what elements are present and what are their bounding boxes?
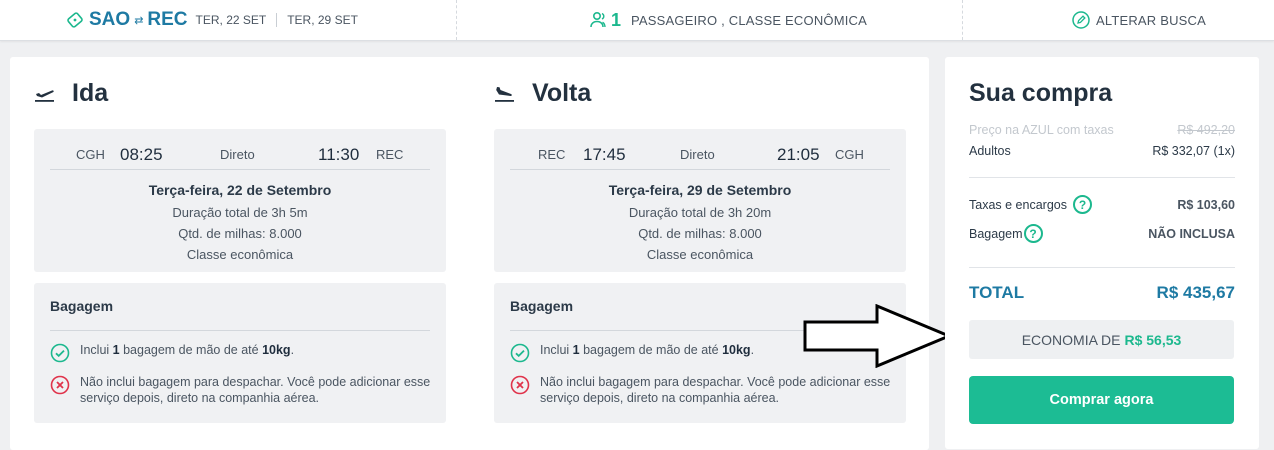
- baggage-row: Bagagem ? NÃO INCLUSA: [969, 224, 1235, 243]
- baggage-title: Bagagem: [510, 298, 574, 314]
- pencil-icon: [1072, 11, 1090, 29]
- flight-miles: Qtd. de milhas: 8.000: [638, 226, 762, 241]
- return-title: Volta: [532, 78, 592, 107]
- outbound-route-line: CGH 08:25 Direto 11:30 REC: [50, 140, 430, 170]
- purchase-summary-card: Sua compra Preço na AZUL com taxas R$ 49…: [945, 57, 1259, 449]
- taxes-row: Taxas e encargos ? R$ 103,60: [969, 195, 1235, 214]
- taxes-help-icon[interactable]: ?: [1072, 195, 1092, 214]
- x-circle-icon: [50, 375, 70, 395]
- passenger-icon: [589, 11, 609, 29]
- baggage-included: Inclui 1 bagagem de mão de até 10kg.: [50, 342, 432, 363]
- savings-value: R$ 56,53: [1124, 331, 1182, 348]
- plane-takeoff-icon: [34, 84, 64, 102]
- adults-price: R$ 332,07 (1x): [1152, 144, 1235, 158]
- flight-type: Direto: [220, 147, 255, 162]
- check-circle-icon: [50, 343, 70, 363]
- baggage-included-text: Inclui 1 bagagem de mão de até 10kg.: [540, 343, 755, 357]
- annotation-arrow-icon: [803, 304, 953, 368]
- taxes-label: Taxas e encargos: [969, 197, 1067, 212]
- return-header: Volta: [494, 57, 906, 129]
- baggage-label: Bagagem: [969, 226, 1023, 241]
- azul-price-row: Preço na AZUL com taxas R$ 492,20: [969, 123, 1235, 137]
- taxes-label-wrap: Taxas e encargos ?: [969, 195, 1092, 214]
- flight-date: Terça-feira, 29 de Setembro: [608, 182, 792, 198]
- ticket-icon: [66, 11, 84, 29]
- return-route-line: REC 17:45 Direto 21:05 CGH: [510, 140, 890, 170]
- return-flight-details: REC 17:45 Direto 21:05 CGH Terça-feira, …: [494, 129, 906, 272]
- destination-code: REC: [376, 147, 404, 162]
- buy-now-button[interactable]: Comprar agora: [969, 376, 1234, 424]
- baggage-divider: [50, 330, 430, 331]
- origin-code: CGH: [76, 147, 105, 162]
- baggage-label-wrap: Bagagem ?: [969, 224, 1043, 243]
- flight-date: Terça-feira, 22 de Setembro: [148, 182, 332, 198]
- passenger-section: 1 PASSAGEIRO , CLASSE ECONÔMICA: [589, 0, 867, 40]
- baggage-excluded: Não inclui bagagem para despachar. Você …: [510, 374, 892, 406]
- return-column: Volta REC 17:45 Direto 21:05 CGH Terça-f…: [494, 57, 906, 423]
- total-value: R$ 435,67: [1156, 283, 1235, 302]
- savings-badge: ECONOMIA DE R$ 56,53: [969, 320, 1234, 359]
- arrive-time: 21:05: [777, 144, 820, 164]
- baggage-included-text: Inclui 1 bagagem de mão de até 10kg.: [80, 343, 295, 357]
- flight-duration: Duração total de 3h 5m: [172, 205, 308, 220]
- passenger-class-text: PASSAGEIRO , CLASSE ECONÔMICA: [631, 12, 868, 28]
- plane-landing-icon: [494, 84, 524, 102]
- flight-cabin: Classe econômica: [646, 247, 754, 262]
- flight-duration: Duração total de 3h 20m: [628, 205, 772, 220]
- summary-divider: [969, 267, 1235, 268]
- outbound-flight-details: CGH 08:25 Direto 11:30 REC Terça-feira, …: [34, 129, 446, 272]
- outbound-title: Ida: [72, 78, 109, 107]
- passenger-count: 1: [611, 9, 622, 30]
- date-out: TER, 22 SET: [195, 13, 267, 27]
- route-origin: SAO: [89, 9, 131, 30]
- topbar-divider: [962, 0, 963, 40]
- depart-time: 08:25: [120, 144, 163, 164]
- origin-code: REC: [538, 147, 566, 162]
- adults-row: Adultos R$ 332,07 (1x): [969, 144, 1235, 158]
- taxes-value: R$ 103,60: [1177, 197, 1235, 212]
- flight-cabin: Classe econômica: [186, 247, 294, 262]
- arrive-time: 11:30: [318, 144, 360, 164]
- baggage-help-icon[interactable]: ?: [1023, 224, 1043, 243]
- date-back: TER, 29 SET: [287, 13, 358, 27]
- flights-card: Ida CGH 08:25 Direto 11:30 REC Terça-fei…: [10, 57, 929, 450]
- baggage-title: Bagagem: [50, 298, 114, 314]
- depart-time: 17:45: [583, 144, 626, 164]
- adults-label: Adultos: [969, 144, 1011, 158]
- flight-miles: Qtd. de milhas: 8.000: [178, 226, 302, 241]
- alter-search-label: ALTERAR BUSCA: [1096, 12, 1206, 28]
- topbar-divider: [456, 0, 457, 40]
- route-section: SAO ⇄ REC TER, 22 SET TER, 29 SET: [66, 0, 358, 40]
- baggage-excluded: Não inclui bagagem para despachar. Você …: [50, 374, 432, 406]
- baggage-excluded-text: Não inclui bagagem para despachar. Você …: [80, 375, 431, 405]
- total-row: TOTAL R$ 435,67: [969, 283, 1235, 303]
- search-summary-bar: SAO ⇄ REC TER, 22 SET TER, 29 SET 1 PASS…: [0, 0, 1274, 41]
- check-circle-icon: [510, 343, 530, 363]
- baggage-value: NÃO INCLUSA: [1148, 226, 1235, 241]
- flight-type: Direto: [680, 147, 715, 162]
- alter-search-button[interactable]: ALTERAR BUSCA: [1072, 0, 1206, 40]
- total-label: TOTAL: [969, 283, 1025, 302]
- summary-divider: [969, 177, 1235, 178]
- summary-title: Sua compra: [969, 79, 1113, 107]
- x-circle-icon: [510, 375, 530, 395]
- baggage-excluded-text: Não inclui bagagem para despachar. Você …: [540, 375, 891, 405]
- azul-price-value: R$ 492,20: [1177, 123, 1235, 137]
- azul-price-label: Preço na AZUL com taxas: [969, 123, 1114, 137]
- outbound-baggage-box: Bagagem Inclui 1 bagagem de mão de até 1…: [34, 283, 446, 423]
- swap-icon: ⇄: [134, 14, 144, 27]
- destination-code: CGH: [835, 147, 864, 162]
- outbound-column: Ida CGH 08:25 Direto 11:30 REC Terça-fei…: [34, 57, 446, 423]
- route-destination: REC: [147, 9, 188, 30]
- savings-label: ECONOMIA DE: [1021, 331, 1121, 348]
- date-divider: [276, 13, 278, 27]
- outbound-header: Ida: [34, 57, 446, 129]
